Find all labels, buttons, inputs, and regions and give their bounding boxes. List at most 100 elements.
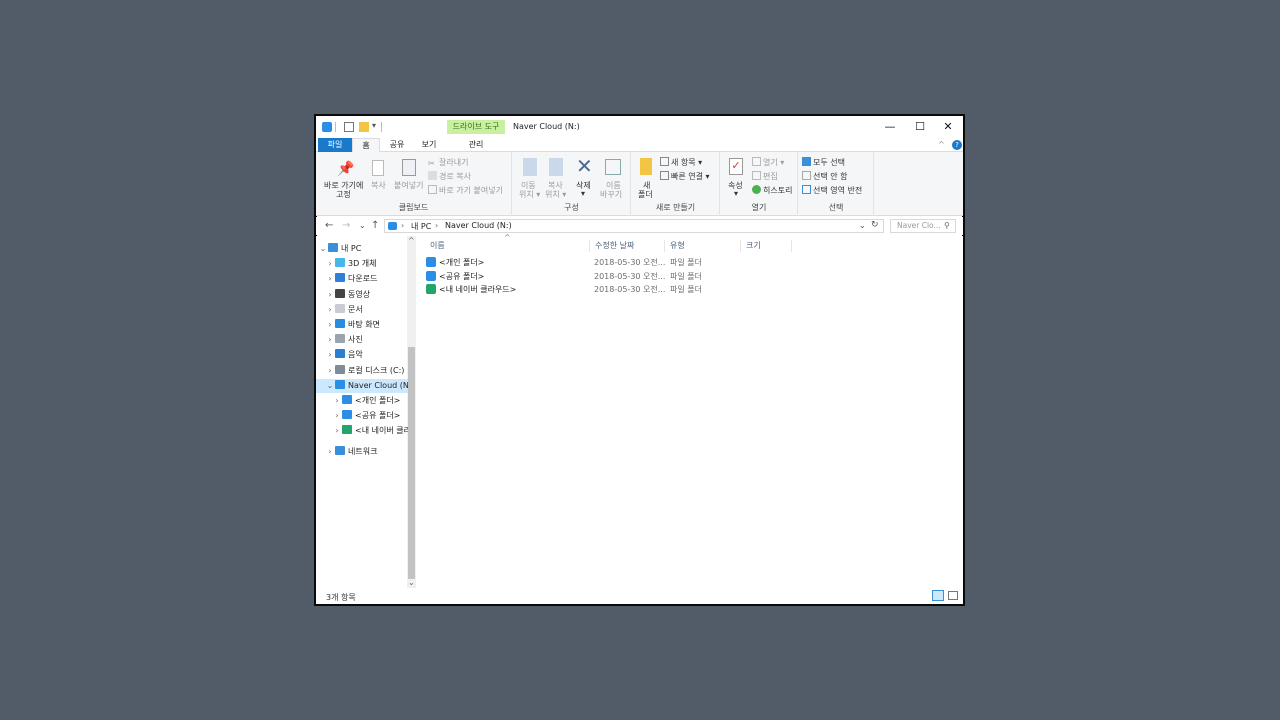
nav-item[interactable]: › <내 네이버 클라우드> bbox=[316, 424, 408, 438]
nav-item-icon bbox=[335, 319, 345, 328]
address-field[interactable]: › 내 PC › Naver Cloud (N:) ⌄ ↻ bbox=[384, 219, 884, 233]
nav-item[interactable]: › 음악 bbox=[316, 348, 408, 362]
select-group: 모두 선택 선택 안 함 선택 영역 반전 선택 bbox=[799, 152, 874, 216]
nav-item[interactable]: › 사진 bbox=[316, 333, 408, 347]
column-header-date[interactable]: 수정한 날짜 bbox=[591, 240, 665, 252]
nav-item[interactable]: › 로컬 디스크 (C:) bbox=[316, 364, 408, 378]
copy-icon bbox=[372, 160, 384, 176]
chevron-down-icon[interactable]: ⌄ bbox=[318, 242, 328, 256]
nav-item-label: 사진 bbox=[348, 335, 363, 345]
nav-item[interactable]: › 다운로드 bbox=[316, 272, 408, 286]
nav-item[interactable]: › 네트워크 bbox=[316, 445, 408, 459]
chevron-right-icon[interactable]: › bbox=[325, 445, 335, 459]
tab-home[interactable]: 홈 bbox=[352, 138, 380, 152]
nav-scrollbar-thumb[interactable] bbox=[408, 347, 415, 579]
new-item-button[interactable]: 새 항목 ▾ bbox=[660, 157, 702, 168]
scroll-up-icon[interactable]: ^ bbox=[408, 236, 415, 245]
list-item[interactable]: <내 네이버 클라우드> 2018-05-30 오전... 파일 폴더 bbox=[426, 283, 716, 296]
scroll-down-icon[interactable]: ⌄ bbox=[408, 578, 415, 587]
invert-selection-icon bbox=[802, 185, 811, 194]
invert-selection-button[interactable]: 선택 영역 반전 bbox=[802, 185, 862, 196]
tab-manage[interactable]: 관리 bbox=[447, 138, 505, 152]
divider bbox=[335, 122, 336, 132]
chevron-down-icon[interactable]: ⌄ bbox=[325, 379, 335, 393]
chevron-right-icon[interactable]: › bbox=[325, 318, 335, 332]
list-item[interactable]: <개인 폴더> 2018-05-30 오전... 파일 폴더 bbox=[426, 256, 716, 269]
large-icons-view-icon[interactable] bbox=[948, 591, 958, 600]
chevron-right-icon[interactable]: › bbox=[325, 303, 335, 317]
column-header-type[interactable]: 유형 bbox=[666, 240, 741, 252]
new-folder-icon[interactable] bbox=[359, 122, 369, 132]
chevron-right-icon[interactable]: › bbox=[325, 364, 335, 378]
minimize-button[interactable]: — bbox=[876, 118, 904, 136]
tab-share[interactable]: 공유 bbox=[382, 138, 412, 152]
breadcrumb-separator: › bbox=[435, 221, 439, 230]
chevron-right-icon[interactable]: › bbox=[325, 272, 335, 286]
chevron-right-icon[interactable]: › bbox=[332, 424, 342, 438]
column-header-size[interactable]: 크기 bbox=[742, 240, 792, 252]
nav-item[interactable]: › 바탕 화면 bbox=[316, 318, 408, 332]
paste-shortcut-button[interactable]: 바로 가기 붙여넣기 bbox=[428, 185, 503, 196]
breadcrumb-naver-cloud[interactable]: Naver Cloud (N:) bbox=[445, 221, 512, 230]
copy-path-button[interactable]: 경로 복사 bbox=[428, 171, 471, 182]
select-none-button[interactable]: 선택 안 함 bbox=[802, 171, 848, 182]
up-button[interactable]: ↑ bbox=[371, 220, 379, 232]
nav-item-label: 3D 개체 bbox=[348, 259, 377, 269]
nav-item[interactable]: › 동영상 bbox=[316, 288, 408, 302]
file-date: 2018-05-30 오전... bbox=[594, 258, 666, 267]
open-button[interactable]: 열기 ▾ bbox=[752, 157, 784, 168]
recent-locations-button[interactable]: ⌄ bbox=[359, 220, 366, 232]
details-view-icon[interactable] bbox=[932, 590, 944, 601]
address-dropdown-icon[interactable]: ⌄ bbox=[859, 221, 866, 230]
list-item[interactable]: <공유 폴더> 2018-05-30 오전... 파일 폴더 bbox=[426, 270, 716, 283]
select-all-button[interactable]: 모두 선택 bbox=[802, 157, 845, 168]
chevron-right-icon[interactable]: › bbox=[332, 409, 342, 423]
nav-item[interactable]: ⌄ 내 PC bbox=[316, 242, 408, 256]
chevron-right-icon[interactable]: › bbox=[325, 288, 335, 302]
chevron-right-icon[interactable]: › bbox=[325, 333, 335, 347]
tab-view[interactable]: 보기 bbox=[414, 138, 444, 152]
nav-item[interactable]: ⌄ Naver Cloud (N:) bbox=[316, 378, 408, 393]
move-to-dropdown[interactable]: 위치 ▾ bbox=[519, 189, 540, 200]
contextual-tab-header: 드라이브 도구 bbox=[447, 120, 505, 134]
customize-qat-icon[interactable]: ▾ bbox=[372, 121, 376, 130]
paste-button[interactable]: 붙여넣기 bbox=[394, 180, 423, 191]
tab-file[interactable]: 파일 bbox=[318, 138, 352, 152]
file-date: 2018-05-30 오전... bbox=[594, 285, 666, 294]
refresh-button[interactable]: ↻ bbox=[871, 220, 879, 230]
nav-item-label: <공유 폴더> bbox=[355, 411, 401, 421]
search-icon: ⚲ bbox=[944, 221, 950, 230]
history-button[interactable]: 히스토리 bbox=[752, 185, 792, 196]
chevron-right-icon[interactable]: › bbox=[332, 394, 342, 408]
nav-item-icon bbox=[335, 349, 345, 359]
copy-button[interactable]: 복사 bbox=[371, 180, 386, 191]
properties-dropdown[interactable]: ▾ bbox=[734, 189, 738, 198]
delete-dropdown[interactable]: ▾ bbox=[581, 189, 585, 198]
collapse-ribbon-icon[interactable]: ^ bbox=[938, 140, 945, 149]
breadcrumb-separator: › bbox=[401, 221, 405, 230]
copy-to-dropdown[interactable]: 위치 ▾ bbox=[545, 189, 566, 200]
properties-icon[interactable] bbox=[344, 122, 354, 132]
easy-access-button[interactable]: 빠른 연결 ▾ bbox=[660, 171, 710, 182]
back-button[interactable]: ← bbox=[325, 220, 333, 232]
maximize-button[interactable]: ☐ bbox=[906, 118, 934, 136]
chevron-right-icon[interactable]: › bbox=[325, 348, 335, 362]
cut-button[interactable]: ✂ 잘라내기 bbox=[428, 157, 468, 168]
nav-item[interactable]: › 3D 개체 bbox=[316, 257, 408, 271]
new-item-icon bbox=[660, 157, 669, 166]
chevron-right-icon[interactable]: › bbox=[325, 257, 335, 271]
nav-item[interactable]: › <공유 폴더> bbox=[316, 409, 408, 423]
forward-button[interactable]: → bbox=[342, 220, 350, 232]
nav-item-label: 다운로드 bbox=[348, 274, 378, 284]
folder-icon bbox=[426, 284, 436, 294]
nav-item[interactable]: › 문서 bbox=[316, 303, 408, 317]
rename-icon bbox=[605, 159, 621, 175]
select-all-icon bbox=[802, 157, 811, 166]
help-icon[interactable]: ? bbox=[952, 140, 962, 150]
open-group: ✓ 속성 ▾ 열기 ▾ 편집 히스토리 열기 bbox=[721, 152, 798, 216]
nav-item[interactable]: › <개인 폴더> bbox=[316, 394, 408, 408]
breadcrumb-this-pc[interactable]: 내 PC bbox=[411, 221, 431, 232]
close-button[interactable]: ✕ bbox=[934, 118, 962, 136]
edit-button[interactable]: 편집 bbox=[752, 171, 778, 182]
nav-item-icon bbox=[335, 303, 345, 313]
